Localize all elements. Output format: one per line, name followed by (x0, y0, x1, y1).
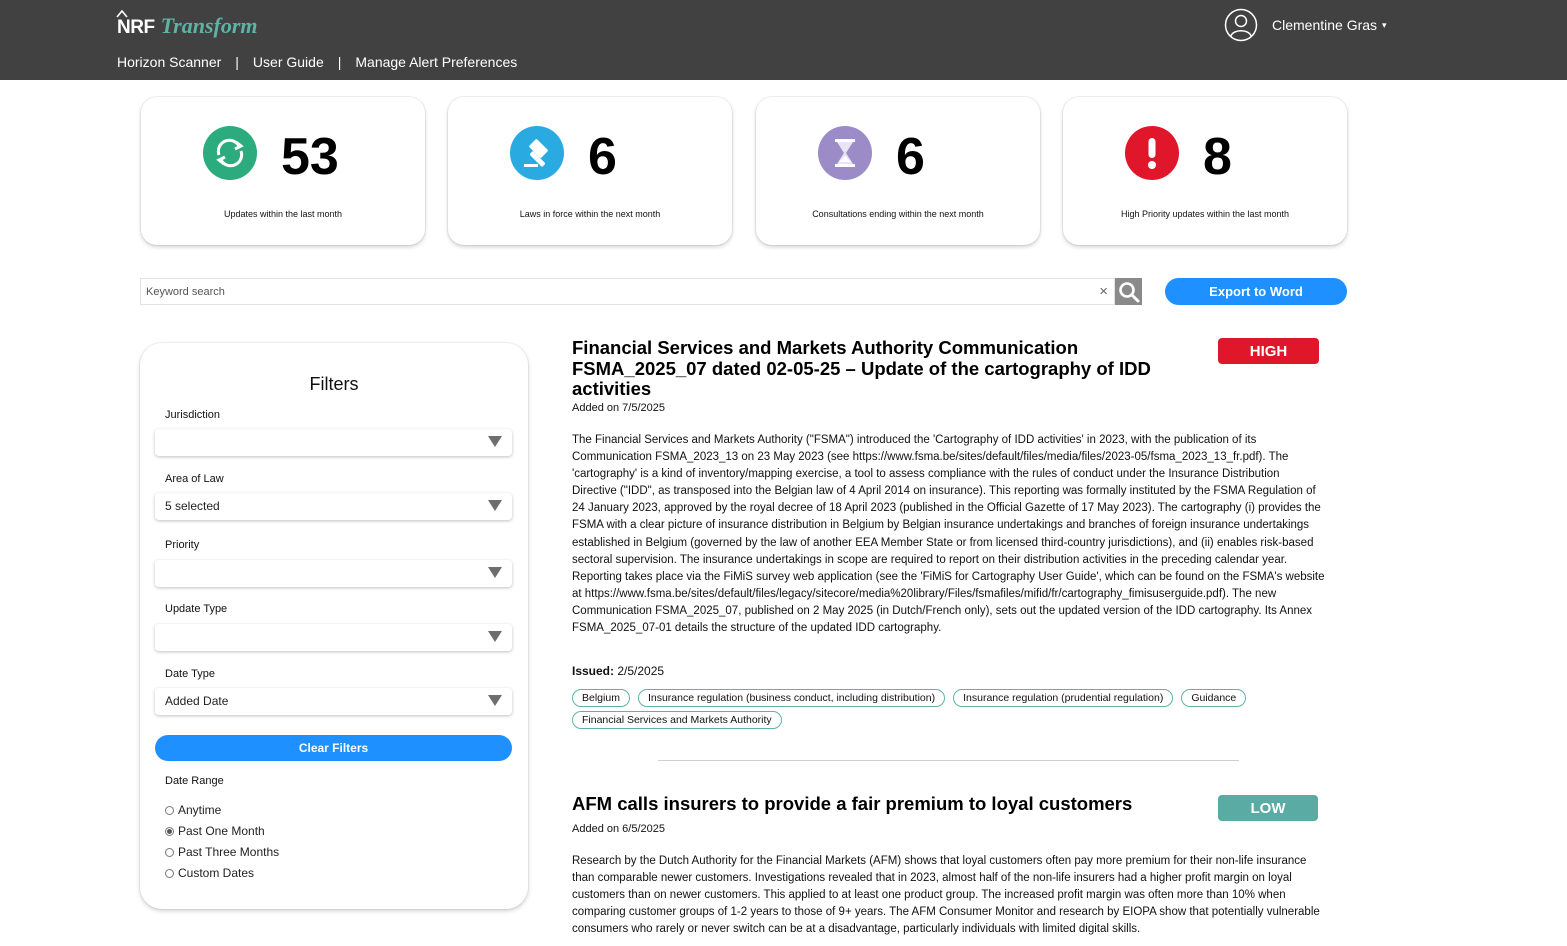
date-type-value: Added Date (165, 694, 229, 708)
priority-label: Priority (165, 539, 200, 551)
hourglass-icon-glyph (835, 139, 855, 167)
article-title[interactable]: Financial Services and Markets Authority… (572, 337, 1192, 400)
logo-roof-icon (116, 9, 128, 18)
refresh-icon-glyph (216, 138, 244, 168)
export-to-word-button[interactable]: Export to Word (1165, 278, 1347, 305)
date-range-label: Date Range (165, 775, 224, 787)
stat-label: High Priority updates within the last mo… (1120, 209, 1290, 219)
search-box: × (140, 278, 1115, 305)
dropdown-arrow-icon (488, 567, 502, 578)
tag[interactable]: Insurance regulation (prudential regulat… (953, 689, 1174, 707)
user-avatar-icon (1224, 8, 1258, 42)
dropdown-arrow-icon (488, 631, 502, 642)
jurisdiction-label: Jurisdiction (165, 409, 221, 421)
exclamation-icon (1125, 126, 1179, 180)
radio-label: Anytime (178, 803, 222, 817)
tag[interactable]: Insurance regulation (business conduct, … (637, 689, 946, 707)
article-added-date: Added on 7/5/2025 (572, 402, 665, 414)
dropdown-arrow-icon (488, 500, 502, 511)
article-added-date: Added on 6/5/2025 (572, 823, 665, 835)
chevron-down-icon: ▾ (1382, 19, 1387, 30)
nav-user-guide[interactable]: User Guide (253, 54, 324, 70)
date-range-option-custom-dates[interactable]: Custom Dates (165, 866, 254, 880)
nav-horizon-scanner[interactable]: Horizon Scanner (117, 54, 221, 70)
radio-label: Custom Dates (178, 866, 255, 880)
date-range-option-past-one-month[interactable]: Past One Month (165, 824, 265, 838)
clear-filters-button[interactable]: Clear Filters (155, 735, 512, 761)
article-title[interactable]: AFM calls insurers to provide a fair pre… (572, 793, 1192, 815)
nav-separator: | (337, 54, 342, 70)
stat-value: 6 (896, 128, 925, 186)
filters-panel: Filters Jurisdiction Area of Law 5 selec… (140, 343, 528, 909)
stat-card-laws-in-force[interactable]: 6 Laws in force within the next month (448, 97, 732, 245)
article-body: The Financial Services and Markets Autho… (572, 434, 1325, 635)
tag[interactable]: Guidance (1181, 689, 1247, 707)
refresh-icon (203, 126, 257, 180)
search-icon (1118, 281, 1139, 302)
area-of-law-select[interactable]: 5 selected (155, 493, 512, 520)
article-tags: Belgium Insurance regulation (business c… (572, 689, 1332, 729)
user-menu[interactable]: Clementine Gras ▾ (1224, 8, 1387, 42)
article-body: Research by the Dutch Authority for the … (572, 855, 1320, 936)
stat-card-high-priority[interactable]: 8 High Priority updates within the last … (1063, 97, 1347, 245)
dropdown-arrow-icon (488, 695, 502, 706)
jurisdiction-select[interactable] (155, 429, 512, 456)
article-issued: Issued: 2/5/2025 (572, 664, 664, 678)
stat-label: Laws in force within the next month (519, 209, 661, 219)
search-button[interactable] (1115, 278, 1142, 305)
stat-label: Updates within the last month (223, 209, 343, 219)
radio-button[interactable] (165, 805, 174, 815)
nav-separator: | (235, 54, 239, 70)
top-bar: NRF Transform Horizon Scanner | User Gui… (0, 0, 1567, 80)
stat-value: 8 (1203, 128, 1232, 186)
radio-label: Past One Month (178, 824, 265, 838)
search-input[interactable] (141, 279, 1081, 304)
date-type-select[interactable]: Added Date (155, 688, 512, 715)
gavel-icon-glyph (524, 139, 548, 167)
article-divider (658, 760, 1239, 761)
priority-badge-low: LOW (1218, 795, 1318, 821)
logo[interactable]: NRF Transform (116, 5, 258, 39)
date-range-option-past-three-months[interactable]: Past Three Months (165, 845, 279, 859)
date-range-option-anytime[interactable]: Anytime (165, 803, 221, 817)
gavel-icon (510, 126, 564, 180)
dropdown-arrow-icon (488, 436, 502, 447)
issued-value: 2/5/2025 (617, 664, 665, 678)
date-type-label: Date Type (165, 668, 215, 680)
priority-select[interactable] (155, 560, 512, 587)
radio-button[interactable] (165, 826, 174, 836)
priority-badge-high: HIGH (1218, 338, 1319, 364)
stat-card-consultations[interactable]: 6 Consultations ending within the next m… (756, 97, 1040, 245)
main-nav: Horizon Scanner | User Guide | Manage Al… (117, 54, 517, 70)
nav-manage-alert-preferences[interactable]: Manage Alert Preferences (355, 54, 517, 70)
exclamation-icon-glyph (1148, 138, 1156, 169)
radio-label: Past Three Months (178, 845, 280, 859)
update-type-label: Update Type (165, 603, 228, 615)
issued-label: Issued: (572, 664, 615, 678)
stat-card-updates[interactable]: 53 Updates within the last month (141, 97, 425, 245)
update-type-select[interactable] (155, 624, 512, 651)
user-name: Clementine Gras (1272, 17, 1378, 33)
stat-value: 53 (281, 128, 339, 186)
area-of-law-label: Area of Law (165, 473, 224, 485)
radio-button[interactable] (165, 868, 174, 878)
logo-nrf-wrapper: NRF (116, 9, 155, 39)
stat-value: 6 (588, 128, 617, 186)
clear-search-icon[interactable]: × (1099, 283, 1108, 300)
logo-transform-text: Transform (160, 13, 258, 38)
stat-label: Consultations ending within the next mon… (812, 209, 984, 219)
tag[interactable]: Financial Services and Markets Authority (572, 711, 782, 729)
filters-title: Filters (309, 374, 359, 394)
area-of-law-value: 5 selected (165, 499, 220, 513)
hourglass-icon (818, 126, 872, 180)
tag[interactable]: Belgium (572, 689, 630, 707)
radio-button[interactable] (165, 847, 174, 857)
